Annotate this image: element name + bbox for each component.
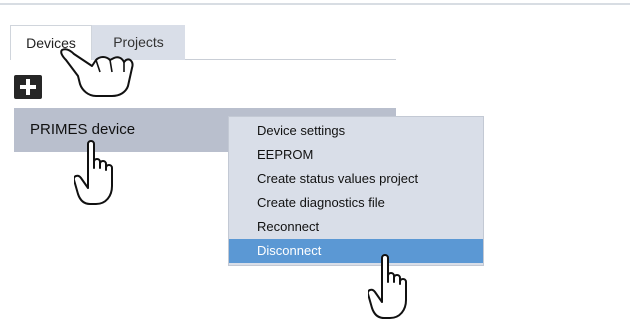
pointing-hand-icon (368, 254, 407, 319)
top-divider (0, 3, 630, 5)
menu-item-device-settings[interactable]: Device settings (229, 119, 483, 143)
menu-item-reconnect[interactable]: Reconnect (229, 215, 483, 239)
plus-icon (20, 79, 36, 95)
pointing-hand-icon (60, 48, 134, 97)
pointing-hand-icon (74, 140, 113, 205)
context-menu: Device settings EEPROM Create status val… (228, 116, 484, 266)
add-device-button[interactable] (14, 75, 42, 99)
menu-item-eeprom[interactable]: EEPROM (229, 143, 483, 167)
menu-item-create-diagnostics-file[interactable]: Create diagnostics file (229, 191, 483, 215)
menu-item-create-status-values-project[interactable]: Create status values project (229, 167, 483, 191)
menu-item-disconnect[interactable]: Disconnect (229, 239, 483, 263)
